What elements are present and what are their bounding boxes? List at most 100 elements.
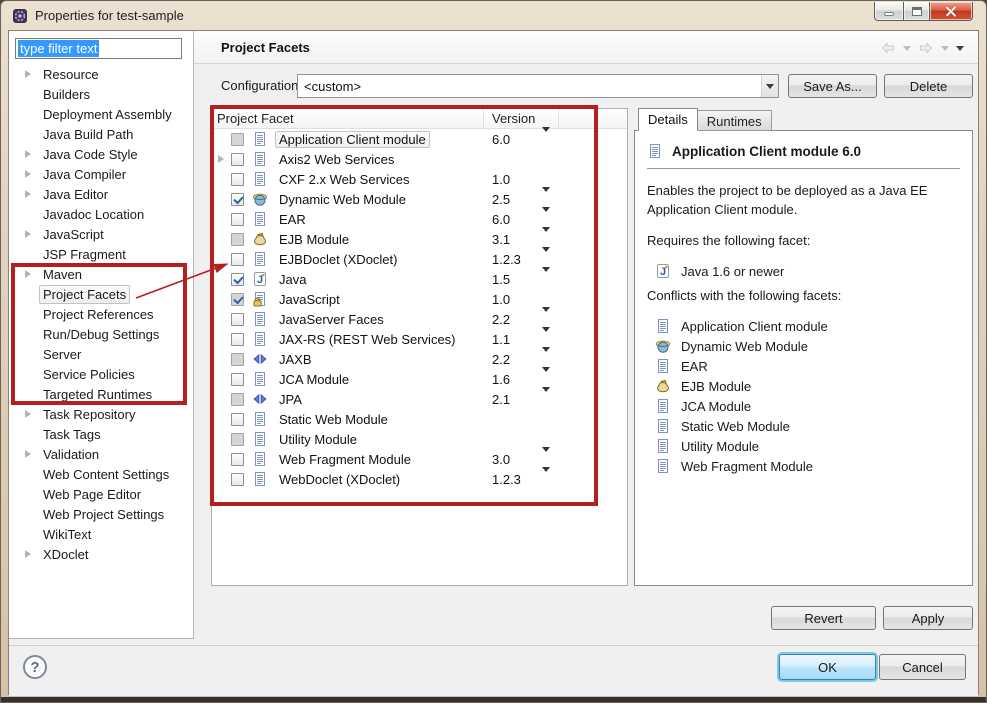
- filter-input[interactable]: type filter text: [15, 38, 182, 59]
- sidebar-item-resource[interactable]: Resource: [9, 64, 192, 84]
- sidebar-item-java-build-path[interactable]: Java Build Path: [9, 124, 192, 144]
- apply-button[interactable]: Apply: [883, 606, 973, 630]
- expander-icon[interactable]: [25, 170, 35, 178]
- facet-checkbox[interactable]: [231, 292, 244, 306]
- facet-row-java[interactable]: Java 1.5: [212, 266, 627, 291]
- facet-row-ejbdoclet-xdoclet[interactable]: EJBDoclet (XDoclet) 1.2.3: [212, 246, 627, 271]
- sidebar-item-task-repository[interactable]: Task Repository: [9, 404, 192, 424]
- sidebar-item-project-facets[interactable]: Project Facets: [9, 284, 192, 304]
- tab-runtimes[interactable]: Runtimes: [697, 110, 772, 131]
- version-dropdown-icon[interactable]: [542, 246, 550, 271]
- facet-checkbox[interactable]: [231, 312, 244, 326]
- facet-checkbox[interactable]: [231, 232, 244, 246]
- facet-row-jca-module[interactable]: JCA Module 1.6: [212, 366, 627, 391]
- sidebar-item-project-references[interactable]: Project References: [9, 304, 192, 324]
- sidebar-item-jsp-fragment[interactable]: JSP Fragment: [9, 244, 192, 264]
- facet-checkbox[interactable]: [231, 132, 244, 146]
- facet-row-jax-rs-rest-web-services[interactable]: JAX-RS (REST Web Services) 1.1: [212, 326, 627, 351]
- facet-checkbox[interactable]: [231, 432, 244, 446]
- combo-dropdown-icon[interactable]: [761, 75, 778, 97]
- expander-icon[interactable]: [25, 450, 35, 458]
- sidebar-item-targeted-runtimes[interactable]: Targeted Runtimes: [9, 384, 192, 404]
- version-dropdown-icon[interactable]: [542, 226, 550, 251]
- sidebar-item-web-project-settings[interactable]: Web Project Settings: [9, 504, 192, 524]
- facet-checkbox[interactable]: [231, 412, 244, 426]
- facet-row-ear[interactable]: EAR 6.0: [212, 206, 627, 231]
- facet-row-axis2-web-services[interactable]: Axis2 Web Services: [212, 149, 627, 169]
- sidebar-item-maven[interactable]: Maven: [9, 264, 192, 284]
- sidebar-item-service-policies[interactable]: Service Policies: [9, 364, 192, 384]
- sidebar-item-task-tags[interactable]: Task Tags: [9, 424, 192, 444]
- configuration-select[interactable]: <custom>: [297, 74, 779, 98]
- expander-icon[interactable]: [25, 410, 35, 418]
- facet-checkbox[interactable]: [231, 192, 244, 206]
- ok-button[interactable]: OK: [779, 654, 876, 680]
- sidebar-item-server[interactable]: Server: [9, 344, 192, 364]
- maximize-button[interactable]: [903, 2, 930, 21]
- cancel-button[interactable]: Cancel: [879, 654, 966, 680]
- column-project-facet[interactable]: Project Facet: [212, 109, 484, 128]
- help-icon[interactable]: ?: [23, 655, 47, 679]
- titlebar[interactable]: Properties for test-sample: [1, 1, 986, 30]
- version-dropdown-icon[interactable]: [542, 346, 550, 371]
- facet-row-ejb-module[interactable]: EJB Module 3.1: [212, 226, 627, 251]
- close-button[interactable]: [930, 2, 973, 21]
- version-dropdown-icon[interactable]: [542, 186, 550, 211]
- facet-checkbox[interactable]: [231, 252, 244, 266]
- column-version[interactable]: Version: [484, 109, 559, 128]
- version-dropdown-icon[interactable]: [542, 466, 550, 491]
- facet-row-dynamic-web-module[interactable]: Dynamic Web Module 2.5: [212, 186, 627, 211]
- sidebar-item-wikitext[interactable]: WikiText: [9, 524, 192, 544]
- expander-icon[interactable]: [218, 155, 228, 163]
- minimize-button[interactable]: [874, 2, 903, 21]
- back-icon[interactable]: [880, 40, 896, 56]
- facet-row-cxf-2-x-web-services[interactable]: CXF 2.x Web Services 1.0: [212, 169, 627, 189]
- expander-icon[interactable]: [25, 190, 35, 198]
- facet-checkbox[interactable]: [231, 472, 244, 486]
- version-dropdown-icon[interactable]: [542, 206, 550, 231]
- expander-icon[interactable]: [25, 230, 35, 238]
- back-menu-caret-icon[interactable]: [903, 46, 911, 55]
- sidebar-item-java-compiler[interactable]: Java Compiler: [9, 164, 192, 184]
- save-as-button[interactable]: Save As...: [788, 74, 877, 98]
- view-menu-icon[interactable]: [956, 46, 964, 55]
- expander-icon[interactable]: [25, 70, 35, 78]
- version-dropdown-icon[interactable]: [542, 446, 550, 471]
- facet-row-static-web-module[interactable]: Static Web Module: [212, 409, 627, 429]
- version-dropdown-icon[interactable]: [542, 386, 550, 411]
- facet-row-jaxb[interactable]: JAXB 2.2: [212, 346, 627, 371]
- sidebar-item-validation[interactable]: Validation: [9, 444, 192, 464]
- facet-row-javascript[interactable]: JavaScript 1.0: [212, 289, 627, 309]
- sidebar-item-web-page-editor[interactable]: Web Page Editor: [9, 484, 192, 504]
- sidebar-item-java-code-style[interactable]: Java Code Style: [9, 144, 192, 164]
- version-dropdown-icon[interactable]: [542, 306, 550, 331]
- sidebar-item-builders[interactable]: Builders: [9, 84, 192, 104]
- sidebar-item-deployment-assembly[interactable]: Deployment Assembly: [9, 104, 192, 124]
- expander-icon[interactable]: [25, 150, 35, 158]
- tab-details[interactable]: Details: [638, 108, 698, 131]
- facet-checkbox[interactable]: [231, 212, 244, 226]
- forward-icon[interactable]: [918, 40, 934, 56]
- facet-row-jpa[interactable]: JPA 2.1: [212, 386, 627, 411]
- sidebar-item-xdoclet[interactable]: XDoclet: [9, 544, 192, 564]
- version-dropdown-icon[interactable]: [542, 326, 550, 351]
- facet-row-web-fragment-module[interactable]: Web Fragment Module 3.0: [212, 446, 627, 471]
- sidebar-item-javascript[interactable]: JavaScript: [9, 224, 192, 244]
- facet-checkbox[interactable]: [231, 372, 244, 386]
- facet-checkbox[interactable]: [231, 272, 244, 286]
- sidebar-item-java-editor[interactable]: Java Editor: [9, 184, 192, 204]
- facet-row-utility-module[interactable]: Utility Module: [212, 429, 627, 449]
- forward-menu-caret-icon[interactable]: [941, 46, 949, 55]
- version-dropdown-icon[interactable]: [542, 366, 550, 391]
- sidebar-item-run-debug-settings[interactable]: Run/Debug Settings: [9, 324, 192, 344]
- facet-checkbox[interactable]: [231, 352, 244, 366]
- facet-checkbox[interactable]: [231, 152, 244, 166]
- expander-icon[interactable]: [25, 270, 35, 278]
- version-dropdown-icon[interactable]: [542, 266, 550, 291]
- facet-checkbox[interactable]: [231, 172, 244, 186]
- sidebar-item-javadoc-location[interactable]: Javadoc Location: [9, 204, 192, 224]
- facet-checkbox[interactable]: [231, 452, 244, 466]
- facet-row-application-client-module[interactable]: Application Client module 6.0: [212, 126, 627, 151]
- facet-checkbox[interactable]: [231, 392, 244, 406]
- sidebar-item-web-content-settings[interactable]: Web Content Settings: [9, 464, 192, 484]
